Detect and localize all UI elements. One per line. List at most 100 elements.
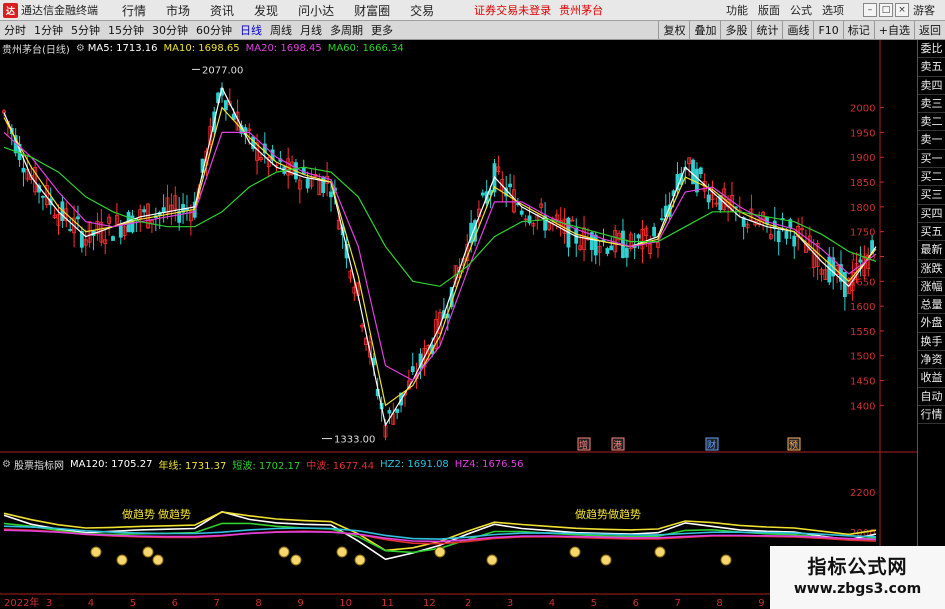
main-legend: 贵州茅台(日线) ⚙ MA5: 1713.16 MA10: 1698.65 MA… xyxy=(2,41,410,56)
gear-icon[interactable]: ⚙ xyxy=(2,459,11,470)
draw-line-button[interactable]: 画线 xyxy=(782,20,813,40)
period-60min[interactable]: 60分钟 xyxy=(192,21,236,40)
price-tick-label: 1800 xyxy=(850,203,875,214)
candle-body xyxy=(508,183,512,188)
side-item-buy5[interactable]: 买五 xyxy=(918,223,945,242)
watermark-title: 指标公式网 xyxy=(807,556,908,578)
menu-item-market[interactable]: 市场 xyxy=(156,2,200,19)
period-weekly[interactable]: 周线 xyxy=(266,21,296,40)
ma-line-ma60 xyxy=(3,146,877,287)
side-item-sell2[interactable]: 卖二 xyxy=(918,113,945,132)
price-tick-label: 1400 xyxy=(850,401,875,412)
sub-chart-title: 股票指标网 xyxy=(13,460,64,472)
ma-line-ma5 xyxy=(3,86,877,427)
menu-item-discover[interactable]: 发现 xyxy=(244,2,288,19)
price-tick-label: 2000 xyxy=(850,104,875,115)
side-item-quotes[interactable]: 行情 xyxy=(918,406,945,425)
quote-side-panel: 委比 卖五 卖四 卖三 卖二 卖一 买一 买二 买三 买四 买五 最新 涨跌 涨… xyxy=(917,40,945,609)
side-item-turnover[interactable]: 换手 xyxy=(918,333,945,352)
time-axis-label: 2 xyxy=(465,598,471,609)
side-item-sell3[interactable]: 卖三 xyxy=(918,95,945,114)
time-axis-label: 9 xyxy=(758,598,764,609)
side-item-auto[interactable]: 自动 xyxy=(918,388,945,406)
period-more[interactable]: 更多 xyxy=(367,21,397,40)
menu-item-function[interactable]: 功能 xyxy=(721,2,753,18)
event-marker-label: 增 xyxy=(579,439,588,451)
menu-item-quotes[interactable]: 行情 xyxy=(112,2,156,19)
candle-body xyxy=(223,100,228,111)
time-axis-label: 8 xyxy=(716,598,722,609)
side-item-outer[interactable]: 外盘 xyxy=(918,314,945,333)
time-axis-label: 5 xyxy=(130,598,136,609)
period-intraday[interactable]: 分时 xyxy=(0,21,30,40)
window-controls: – □ × xyxy=(861,3,909,17)
period-monthly[interactable]: 月线 xyxy=(296,21,326,40)
candle-body xyxy=(652,226,657,237)
side-item-change-pct[interactable]: 涨幅 xyxy=(918,278,945,297)
side-item-buy3[interactable]: 买三 xyxy=(918,186,945,205)
minimize-icon[interactable]: – xyxy=(863,3,877,17)
restore-rights-button[interactable]: 复权 xyxy=(658,20,689,40)
side-item-sell1[interactable]: 卖一 xyxy=(918,131,945,150)
ma10-label: MA10: 1698.65 xyxy=(163,42,240,54)
gear-icon[interactable]: ⚙ xyxy=(76,43,85,54)
candle-body xyxy=(858,259,863,263)
side-item-latest[interactable]: 最新 xyxy=(918,241,945,260)
side-item-wb[interactable]: 委比 xyxy=(918,40,945,59)
period-multi[interactable]: 多周期 xyxy=(326,21,367,40)
candle-body xyxy=(111,236,115,241)
menu-item-trade[interactable]: 交易 xyxy=(400,2,444,19)
user-login-link[interactable]: 游客 xyxy=(913,2,935,18)
money-bag-icon xyxy=(290,554,302,566)
kline-chart[interactable]: 2000195019001850180017501700165016001550… xyxy=(0,40,917,609)
side-item-sell5[interactable]: 卖五 xyxy=(918,58,945,77)
login-status[interactable]: 证券交易未登录 xyxy=(474,2,551,18)
candle-body xyxy=(706,194,711,203)
period-5min[interactable]: 5分钟 xyxy=(67,21,104,40)
side-item-volume[interactable]: 总量 xyxy=(918,296,945,315)
time-axis-label: 12 xyxy=(423,598,436,609)
side-item-buy2[interactable]: 买二 xyxy=(918,168,945,187)
side-item-buy4[interactable]: 买四 xyxy=(918,205,945,223)
multi-stock-button[interactable]: 多股 xyxy=(720,20,751,40)
chart-area[interactable]: 2000 1950 1900 1850 1800 1750 1700 1650 1600 1550… xyxy=(0,40,917,609)
money-bag-icon xyxy=(152,554,164,566)
menu-item-formula[interactable]: 公式 xyxy=(785,2,817,18)
close-icon[interactable]: × xyxy=(895,3,909,17)
candle-body xyxy=(410,366,415,373)
candle-body xyxy=(41,195,45,198)
mark-button[interactable]: 标记 xyxy=(842,20,874,40)
side-item-earnings[interactable]: 收益 xyxy=(918,369,945,388)
menu-item-options[interactable]: 选项 xyxy=(817,2,849,18)
period-30min[interactable]: 30分钟 xyxy=(148,21,192,40)
trend-signal-label: 做趋势 xyxy=(158,507,191,521)
period-1min[interactable]: 1分钟 xyxy=(30,21,67,40)
menu-item-layout[interactable]: 版面 xyxy=(753,2,785,18)
candle-body xyxy=(776,230,781,243)
overlay-button[interactable]: 叠加 xyxy=(689,20,720,40)
maximize-icon[interactable]: □ xyxy=(879,3,893,17)
time-axis-label: 10 xyxy=(339,598,352,609)
period-daily[interactable]: 日线 xyxy=(236,21,266,40)
back-button[interactable]: 返回 xyxy=(914,20,945,40)
sub-tick-label: 2200 xyxy=(850,488,875,499)
f10-button[interactable]: F10 xyxy=(813,20,842,40)
period-15min[interactable]: 15分钟 xyxy=(104,21,148,40)
side-item-net-asset[interactable]: 净资 xyxy=(918,351,945,370)
time-axis-label: 4 xyxy=(88,598,94,609)
right-menus: 功能 版面 公式 选项 – □ × 游客 xyxy=(721,2,945,18)
time-axis-label: 9 xyxy=(297,598,303,609)
side-item-buy1[interactable]: 买一 xyxy=(918,150,945,169)
trend-signal-label: 做趋势 xyxy=(575,507,608,521)
money-bag-icon xyxy=(336,546,348,558)
event-marker-label: 财 xyxy=(707,439,716,451)
add-watchlist-button[interactable]: +自选 xyxy=(873,20,914,40)
period-toolbar: 分时 1分钟 5分钟 15分钟 30分钟 60分钟 日线 周线 月线 多周期 更… xyxy=(0,20,945,40)
menu-item-wealth[interactable]: 财富圈 xyxy=(344,2,400,19)
menu-item-news[interactable]: 资讯 xyxy=(200,2,244,19)
side-item-change[interactable]: 涨跌 xyxy=(918,260,945,278)
menu-item-ask[interactable]: 问小达 xyxy=(288,2,344,19)
statistics-button[interactable]: 统计 xyxy=(751,20,782,40)
side-item-sell4[interactable]: 卖四 xyxy=(918,77,945,95)
candle-body xyxy=(624,247,629,258)
